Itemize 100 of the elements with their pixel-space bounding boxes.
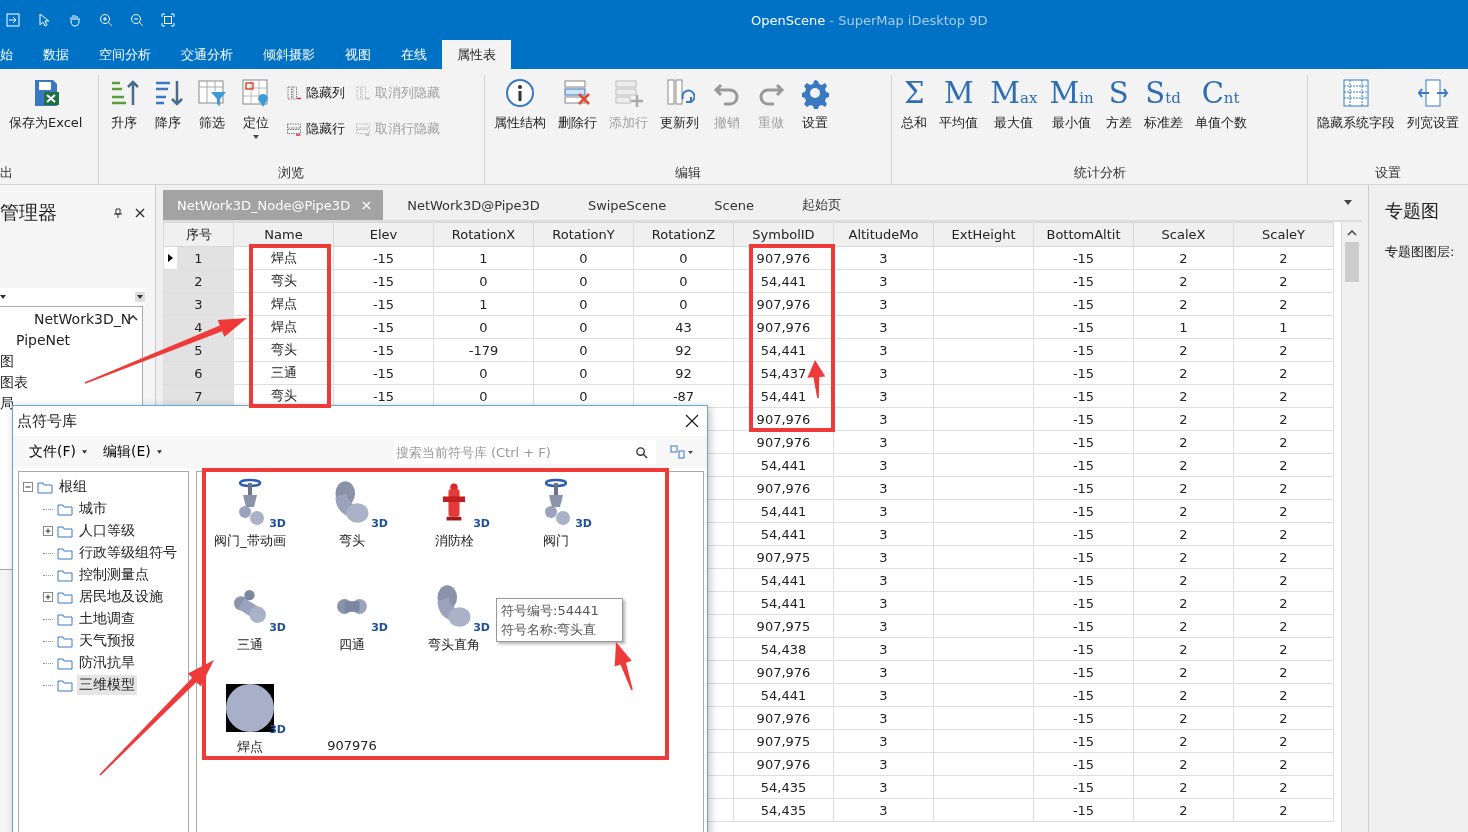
zoom-out-icon[interactable] — [130, 13, 144, 27]
zoom-in-icon[interactable] — [99, 13, 113, 27]
table-cell: 2 — [1179, 641, 1188, 657]
folder-icon — [57, 634, 73, 648]
column-header[interactable]: Elev — [333, 222, 434, 247]
symbol-label[interactable]: 三通 — [237, 636, 263, 654]
column-header[interactable]: AltitudeMo — [833, 222, 934, 247]
ribbon-tab[interactable]: 在线 — [386, 40, 442, 69]
tree-item[interactable]: NetWork3D_N — [0, 309, 142, 330]
ribbon-button[interactable]: 更新列 — [654, 75, 704, 134]
scroll-thumb[interactable] — [1345, 242, 1359, 282]
column-header[interactable]: ScaleX — [1133, 222, 1234, 247]
scroll-arrow-icon[interactable] — [135, 292, 145, 302]
ribbon-button[interactable]: Min 最小值 — [1044, 75, 1099, 134]
ribbon-button[interactable]: 升序 — [102, 75, 145, 134]
ribbon-button[interactable]: 保存为Excel — [4, 75, 88, 134]
ribbon-button[interactable]: Max 最大值 — [985, 75, 1043, 134]
tree-item[interactable]: 居民地及设施 — [77, 587, 165, 607]
document-tab[interactable]: Scene — [690, 190, 778, 220]
symbol-label[interactable]: 四通 — [339, 636, 365, 654]
ribbon-tab[interactable]: 倾斜摄影 — [248, 40, 330, 69]
table-cell: -15 — [1072, 687, 1095, 703]
ribbon-button[interactable]: Cnt 单值个数 — [1189, 75, 1252, 134]
ribbon-tab[interactable]: 始 — [0, 40, 28, 69]
ribbon-button[interactable]: M 平均值 — [934, 75, 984, 134]
tree-item[interactable]: 根组 — [57, 477, 89, 497]
symbol-label[interactable]: 阀门_带动画 — [214, 532, 286, 550]
table-cell: 2 — [1179, 365, 1188, 381]
tree-item[interactable]: 控制测量点 — [77, 565, 151, 585]
ribbon-button[interactable]: 删除行 — [552, 75, 602, 134]
tree-item[interactable]: 行政等级组符号 — [77, 543, 179, 563]
scroll-up-icon[interactable] — [128, 315, 138, 321]
table-cell: 2 — [1179, 273, 1188, 289]
full-extent-icon[interactable] — [161, 13, 175, 27]
scroll-up-icon[interactable] — [1347, 230, 1357, 236]
menu-button[interactable]: 编辑(E) — [95, 443, 170, 461]
column-header[interactable]: Name — [233, 222, 334, 247]
tree-item[interactable]: 天气预报 — [77, 631, 137, 651]
ribbon-button[interactable]: 属性结构 — [488, 75, 551, 134]
close-icon[interactable] — [135, 207, 145, 218]
ribbon-button[interactable]: 隐藏系统字段 — [1312, 75, 1400, 134]
document-tab[interactable]: 起始页 — [777, 190, 865, 220]
column-header[interactable]: SymbolID — [733, 222, 834, 247]
ribbon-button[interactable]: 筛选 — [190, 75, 233, 134]
scrollbar[interactable] — [1341, 222, 1362, 832]
ribbon-tab[interactable]: 空间分析 — [84, 40, 166, 69]
view-mode-icon[interactable] — [669, 445, 694, 459]
menu-button[interactable]: 文件(F) — [21, 443, 95, 461]
symbol-label[interactable]: 弯头 — [339, 532, 365, 550]
pointer-icon[interactable] — [37, 13, 51, 27]
column-header[interactable]: RotationZ — [633, 222, 734, 247]
symbol-label[interactable]: 消防栓 — [434, 532, 474, 550]
column-header[interactable]: RotationY — [533, 222, 634, 247]
collapse-icon[interactable] — [23, 482, 33, 492]
ribbon-button[interactable]: 隐藏行 — [280, 111, 350, 147]
expand-icon[interactable] — [43, 526, 53, 536]
column-header[interactable]: BottomAltit — [1033, 222, 1134, 247]
tree-item[interactable]: 图表 — [0, 372, 142, 393]
ribbon-button[interactable]: 隐藏列 — [280, 75, 350, 111]
hand-icon[interactable] — [68, 13, 82, 27]
document-tab[interactable]: NetWork3D@Pipe3D — [383, 190, 564, 220]
arrow — [614, 642, 633, 691]
tree-item[interactable]: 城市 — [77, 499, 109, 519]
search-icon[interactable] — [634, 445, 648, 459]
ribbon-button[interactable]: S 方差 — [1100, 75, 1137, 134]
dropdown-field[interactable] — [0, 288, 145, 306]
close-icon[interactable] — [685, 414, 699, 428]
dropdown-icon[interactable] — [1344, 200, 1352, 205]
column-header[interactable]: ScaleY — [1233, 222, 1334, 247]
import-icon[interactable] — [6, 13, 20, 27]
table-cell: -15 — [1072, 733, 1095, 749]
ribbon-button[interactable]: 设置 — [793, 75, 836, 134]
expand-icon[interactable] — [43, 592, 53, 602]
symbol-label[interactable]: 907976 — [327, 738, 377, 753]
tree-item[interactable]: PipeNet — [0, 330, 142, 351]
document-tab[interactable]: SwipeScene — [563, 190, 691, 220]
ribbon-button[interactable]: 降序 — [146, 75, 189, 134]
table-cell: 弯头 — [270, 273, 297, 288]
symbol-label[interactable]: 焊点 — [237, 738, 263, 756]
column-header[interactable]: ExtHeight — [933, 222, 1034, 247]
ribbon-button[interactable]: 定位 — [234, 75, 277, 141]
pin-icon[interactable] — [113, 207, 123, 218]
tree-item[interactable]: 三维模型 — [77, 675, 137, 695]
column-header[interactable]: 序号 — [163, 222, 234, 247]
search-box[interactable]: 搜索当前符号库 (Ctrl + F) — [393, 440, 656, 464]
ribbon-button[interactable]: Std 标准差 — [1138, 75, 1188, 134]
ribbon-tab[interactable]: 交通分析 — [166, 40, 248, 69]
ribbon-button[interactable]: 列宽设置 — [1402, 75, 1464, 134]
symbol-label[interactable]: 弯头直角 — [428, 636, 480, 654]
tree-item[interactable]: 防汛抗旱 — [77, 653, 137, 673]
ribbon-tab[interactable]: 属性表 — [442, 40, 511, 69]
symbol-label[interactable]: 阀门 — [543, 532, 569, 550]
tree-item[interactable]: 土地调查 — [77, 609, 137, 629]
ribbon-tab[interactable]: 视图 — [330, 40, 386, 69]
search-field[interactable]: 搜索当前符号库 (Ctrl + F) — [393, 443, 635, 461]
tree-item[interactable]: 人口等级 — [77, 521, 137, 541]
ribbon-button[interactable]: Σ 总和 — [896, 75, 933, 134]
ribbon-tab[interactable]: 数据 — [28, 40, 84, 69]
column-header[interactable]: RotationX — [433, 222, 534, 247]
tree-item[interactable]: 图 — [0, 351, 142, 372]
